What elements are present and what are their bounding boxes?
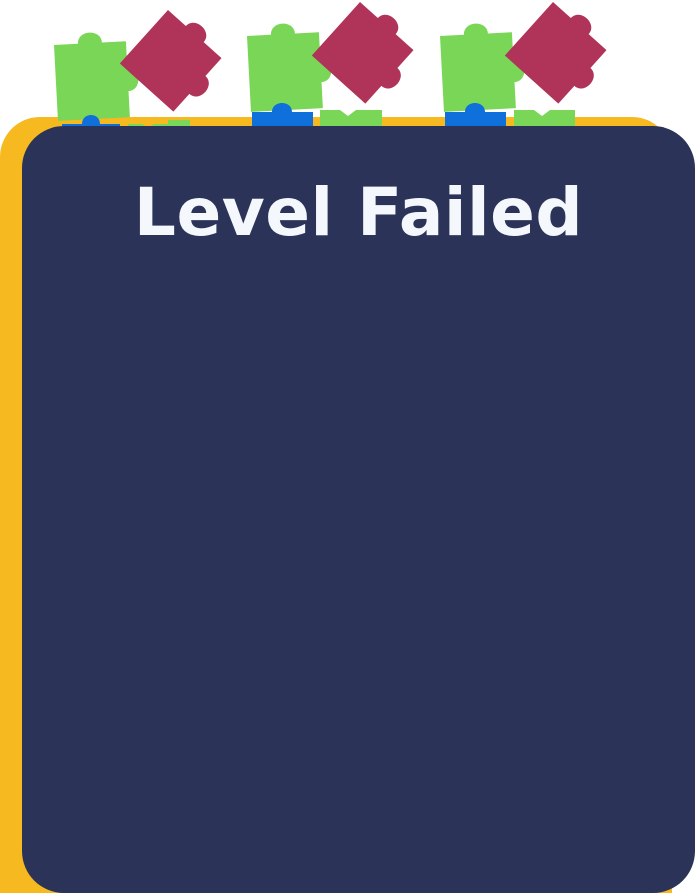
puzzle-cluster-1 <box>53 2 237 145</box>
crimson-puzzle-piece-icon <box>119 2 237 119</box>
puzzle-cluster-2 <box>246 0 429 145</box>
puzzle-cluster-3 <box>439 0 622 145</box>
dialog-title: Level Failed <box>133 174 584 251</box>
level-failed-screen: Level Failed <box>0 0 695 893</box>
green-puzzle-piece-icon <box>53 30 141 121</box>
crimson-puzzle-piece-icon <box>311 0 429 111</box>
puzzle-decoration <box>53 0 622 145</box>
crimson-puzzle-piece-icon <box>504 0 622 111</box>
green-puzzle-piece-icon <box>246 21 334 112</box>
green-puzzle-piece-icon <box>439 21 527 112</box>
